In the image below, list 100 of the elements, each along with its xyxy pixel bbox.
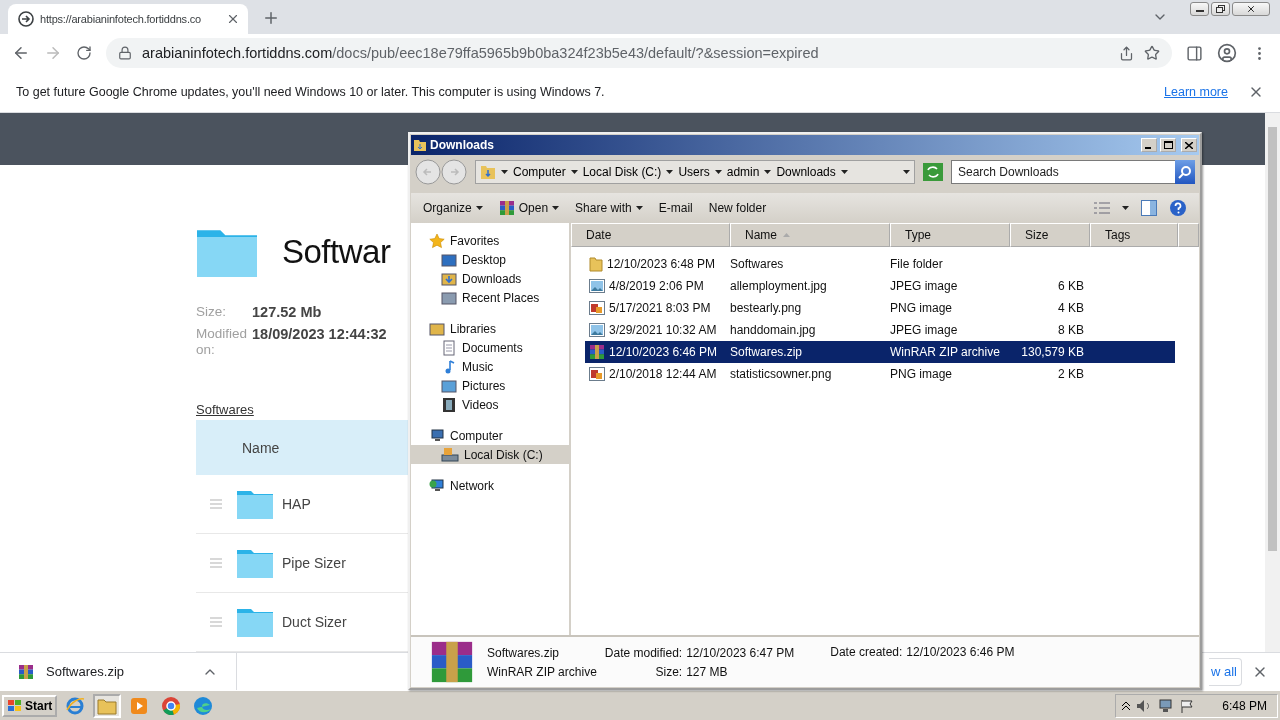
toolbar-menu[interactable]: Organize <box>417 199 489 217</box>
dropdown-arrow-icon[interactable] <box>840 170 848 174</box>
share-icon[interactable] <box>1119 45 1134 61</box>
dropdown-arrow-icon[interactable] <box>552 206 560 210</box>
window-title: Downloads <box>430 138 495 152</box>
archive-icon <box>429 639 475 685</box>
bookmark-star-icon[interactable] <box>1144 45 1160 61</box>
show-hidden-icons-icon[interactable] <box>1122 700 1131 711</box>
nav-item[interactable]: Local Disk (C:) <box>411 445 569 464</box>
minimize-icon[interactable] <box>1190 2 1209 16</box>
file-row[interactable]: 5/17/2021 8:03 PM bestearly.png PNG image 4 KB <box>585 297 1175 319</box>
breadcrumb-link[interactable]: Softwares <box>196 402 254 417</box>
breadcrumb-item[interactable]: Local Disk (C:) <box>582 165 662 179</box>
breadcrumb-item[interactable]: Downloads <box>776 165 836 179</box>
breadcrumb-item[interactable]: Computer <box>513 165 566 179</box>
dropdown-arrow-icon[interactable] <box>903 170 910 174</box>
address-bar[interactable]: Computer Local Disk (C:) Users admin Downloads <box>475 160 915 184</box>
flag-icon[interactable] <box>1180 698 1195 713</box>
side-panel-icon[interactable] <box>1186 44 1203 62</box>
dropdown-arrow-icon[interactable] <box>666 170 674 174</box>
toolbar-button[interactable]: E-mail <box>652 199 699 217</box>
dropdown-arrow-icon[interactable] <box>501 170 508 174</box>
name-cell-text: allemployment.jpg <box>730 279 828 293</box>
nav-item[interactable]: Music <box>411 357 569 376</box>
size-cell-text: 8 KB <box>1057 323 1085 337</box>
learn-more-link[interactable]: Learn more <box>1164 85 1228 99</box>
image-file-icon <box>589 323 605 337</box>
folder-name[interactable]: HAP <box>282 496 311 512</box>
drag-handle-icon[interactable] <box>210 499 222 509</box>
help-icon[interactable] <box>1169 199 1187 217</box>
nav-item[interactable]: Videos <box>411 395 569 414</box>
dropdown-arrow-icon[interactable] <box>714 170 722 174</box>
search-field[interactable]: Search Downloads <box>951 160 1175 184</box>
reload-icon[interactable] <box>76 45 92 61</box>
notice-message: To get future Google Chrome updates, you'll need Windows 10 or later. This computer is using Windows 7. <box>16 85 606 99</box>
folder-name[interactable]: Pipe Sizer <box>282 555 346 571</box>
close-icon[interactable] <box>226 12 240 26</box>
file-type: WinRAR ZIP archive <box>487 664 597 679</box>
open-button[interactable]: Open <box>492 198 566 218</box>
preview-pane-icon[interactable] <box>1141 200 1157 216</box>
dropdown-arrow-icon[interactable] <box>475 206 483 210</box>
file-row[interactable]: 12/10/2023 6:46 PM Softwares.zip WinRAR ZIP archive 130,579 KB <box>585 341 1175 363</box>
nav-item[interactable]: Downloads <box>411 269 569 288</box>
column-header[interactable]: Tags <box>1090 223 1178 247</box>
folder-name[interactable]: Duct Sizer <box>282 614 347 630</box>
archive-icon <box>498 200 515 216</box>
date-cell: 5/17/2021 8:03 PM <box>585 301 730 315</box>
nav-item[interactable]: Pictures <box>411 376 569 395</box>
column-header[interactable]: Date <box>571 223 730 247</box>
file-row[interactable]: 3/29/2021 10:32 AM handdomain.jpg JPEG image 8 KB <box>585 319 1175 341</box>
nav-item[interactable]: Libraries <box>411 319 569 338</box>
folder-icon <box>441 270 457 287</box>
back-icon[interactable] <box>12 44 30 62</box>
maximize-icon[interactable] <box>1160 138 1176 152</box>
detail-label: Date created: <box>830 645 903 659</box>
document-icon <box>441 339 457 356</box>
breadcrumb-item[interactable]: Users <box>678 165 710 179</box>
drag-handle-icon[interactable] <box>210 558 222 568</box>
profile-icon[interactable] <box>1217 43 1237 63</box>
file-row[interactable]: 4/8/2019 2:06 PM allemployment.jpg JPEG image 6 KB <box>585 275 1175 297</box>
search-icon[interactable] <box>1175 160 1195 184</box>
nav-item[interactable]: Computer <box>411 426 569 445</box>
nav-item[interactable]: Favorites <box>411 231 569 250</box>
drive-icon <box>441 446 459 463</box>
column-header[interactable]: Name <box>730 223 890 247</box>
network-icon[interactable] <box>1158 698 1175 713</box>
refresh-icon[interactable] <box>923 163 943 181</box>
breadcrumb-item[interactable]: admin <box>726 165 760 179</box>
nav-item[interactable]: Desktop <box>411 250 569 269</box>
nav-item[interactable]: Documents <box>411 338 569 357</box>
start-button[interactable]: Start <box>2 694 58 717</box>
size-value: 127.52 Mb <box>252 304 323 320</box>
name-cell-text: Softwares <box>730 257 785 271</box>
size-cell-text: 2 KB <box>1057 367 1085 381</box>
drag-handle-icon[interactable] <box>210 617 222 627</box>
file-row[interactable]: 2/10/2018 12:44 AM statisticsowner.png PNG image 2 KB <box>585 363 1175 385</box>
address-bar[interactable]: arabianinfotech.fortiddns.com/docs/pub/eec18e79ffa5965b9b0ba324f23b5e43/default/?&session=expired <box>106 38 1172 68</box>
file-row[interactable]: 12/10/2023 6:48 PM Softwares File folder <box>585 253 1175 275</box>
network-icon <box>429 477 445 494</box>
close-icon[interactable] <box>1232 2 1270 16</box>
restore-icon[interactable] <box>1211 2 1230 16</box>
clock: 6:48 PM <box>1222 698 1267 713</box>
computer-icon <box>429 427 445 444</box>
dropdown-arrow-icon[interactable] <box>764 170 772 174</box>
column-header[interactable]: Size <box>1010 223 1090 247</box>
date-cell: 2/10/2018 12:44 AM <box>585 367 730 381</box>
browser-tab[interactable]: https://arabianinfotech.fortiddns.co <box>8 4 248 34</box>
toolbar-menu[interactable]: Share with <box>569 199 649 217</box>
scrollbar[interactable] <box>1265 113 1280 652</box>
dropdown-arrow-icon[interactable] <box>570 170 578 174</box>
dropdown-arrow-icon[interactable] <box>635 206 643 210</box>
nav-item[interactable]: Network <box>411 476 569 495</box>
show-all-button[interactable]: w all <box>1209 657 1242 686</box>
nav-item[interactable]: Recent Places <box>411 288 569 307</box>
dropdown-arrow-icon[interactable] <box>1122 206 1129 210</box>
type-cell-text: File folder <box>890 257 944 271</box>
column-header[interactable]: Type <box>890 223 1010 247</box>
toolbar-button[interactable]: New folder <box>702 199 773 217</box>
type-cell-text: WinRAR ZIP archive <box>890 345 1001 359</box>
new-tab-icon[interactable] <box>262 9 280 27</box>
